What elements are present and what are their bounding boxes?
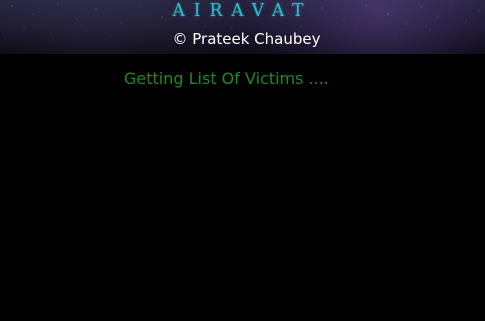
app-page: AIRAVAT © Prateek Chaubey Getting List O…	[0, 0, 485, 321]
app-logo-text: AIRAVAT	[172, 0, 313, 22]
copyright-text: © Prateek Chaubey	[172, 30, 321, 48]
header-banner: AIRAVAT © Prateek Chaubey	[0, 0, 485, 54]
status-message: Getting List Of Victims ....	[124, 69, 329, 88]
